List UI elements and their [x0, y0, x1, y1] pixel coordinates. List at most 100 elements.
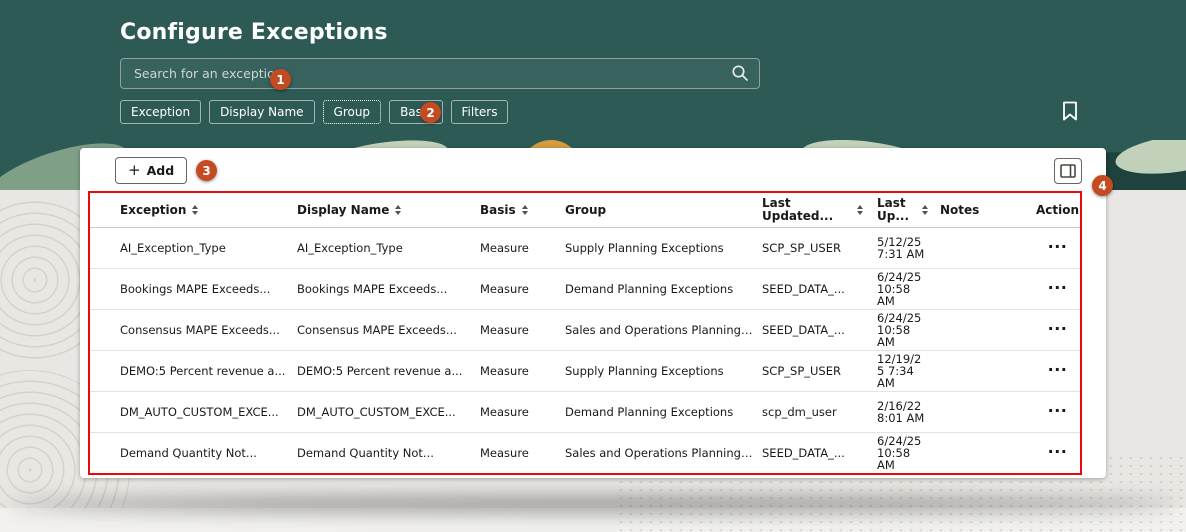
- cell-action: ···: [1035, 446, 1080, 460]
- split-panel-icon: [1060, 164, 1076, 178]
- cell-last_updated: 6/24/25 10:58 AM: [877, 271, 940, 307]
- cell-basis: Measure: [480, 282, 565, 296]
- cell-action: ···: [1035, 323, 1080, 337]
- column-label: Notes: [940, 204, 979, 217]
- cell-basis: Measure: [480, 241, 565, 255]
- cell-group: Sales and Operations Planning Excep: [565, 446, 762, 460]
- cell-basis: Measure: [480, 446, 565, 460]
- page-title: Configure Exceptions: [120, 20, 388, 45]
- column-label: Basis: [480, 204, 516, 217]
- table-row[interactable]: DM_AUTO_CUSTOM_EXCE...DM_AUTO_CUSTOM_EXC…: [90, 392, 1080, 433]
- cell-last_updated_by: SCP_SP_USER: [762, 364, 877, 378]
- cell-exception: DM_AUTO_CUSTOM_EXCE...: [90, 405, 297, 419]
- layout-toggle-button[interactable]: [1054, 158, 1082, 184]
- sort-icon[interactable]: [922, 205, 928, 215]
- table-row[interactable]: Demand Quantity Not...Demand Quantity No…: [90, 433, 1080, 473]
- cell-basis: Measure: [480, 405, 565, 419]
- filter-chip-exception[interactable]: Exception: [120, 100, 201, 124]
- row-actions-button[interactable]: ···: [1048, 325, 1068, 333]
- row-actions-button[interactable]: ···: [1048, 243, 1068, 251]
- cell-basis: Measure: [480, 364, 565, 378]
- cell-basis: Measure: [480, 323, 565, 337]
- cell-group: Demand Planning Exceptions: [565, 282, 762, 296]
- cell-last_updated: 2/16/22 8:01 AM: [877, 400, 940, 424]
- search-bar: [120, 58, 760, 89]
- table-body: AI_Exception_TypeAI_Exception_TypeMeasur…: [90, 228, 1080, 473]
- cell-group: Supply Planning Exceptions: [565, 241, 762, 255]
- column-header-group: Group: [565, 204, 762, 217]
- app-window: Configure Exceptions Exception Display Na…: [0, 0, 1186, 532]
- column-header-display_name[interactable]: Display Name: [297, 204, 480, 217]
- cell-display_name: AI_Exception_Type: [297, 241, 480, 255]
- window-drop-shadow: [10, 497, 1176, 512]
- table-row[interactable]: AI_Exception_TypeAI_Exception_TypeMeasur…: [90, 228, 1080, 269]
- row-actions-button[interactable]: ···: [1048, 448, 1068, 456]
- column-label: Last Up...: [877, 197, 916, 223]
- cell-display_name: DM_AUTO_CUSTOM_EXCE...: [297, 405, 480, 419]
- bookmark-icon[interactable]: [1058, 99, 1082, 123]
- cell-exception: Demand Quantity Not...: [90, 446, 297, 460]
- sort-icon[interactable]: [192, 205, 198, 215]
- add-button[interactable]: + Add: [115, 157, 187, 184]
- cell-action: ···: [1035, 364, 1080, 378]
- cell-last_updated: 12/19/25 7:34 AM: [877, 353, 940, 389]
- sort-icon[interactable]: [857, 205, 863, 215]
- cell-exception: DEMO:5 Percent revenue a...: [90, 364, 297, 378]
- cell-last_updated: 5/12/25 7:31 AM: [877, 236, 940, 260]
- cell-action: ···: [1035, 282, 1080, 296]
- row-actions-button[interactable]: ···: [1048, 407, 1068, 415]
- row-actions-button[interactable]: ···: [1048, 284, 1068, 292]
- column-header-action: Action: [1035, 204, 1080, 217]
- cell-last_updated: 6/24/25 10:58 AM: [877, 312, 940, 348]
- cell-last_updated: 6/24/25 10:58 AM: [877, 435, 940, 471]
- filter-chip-group[interactable]: Group: [323, 100, 382, 124]
- cell-display_name: Demand Quantity Not...: [297, 446, 480, 460]
- cell-display_name: Bookings MAPE Exceeds...: [297, 282, 480, 296]
- column-label: Last Updated...: [762, 197, 851, 223]
- column-header-exception[interactable]: Exception: [90, 204, 297, 217]
- row-actions-button[interactable]: ···: [1048, 366, 1068, 374]
- cell-action: ···: [1035, 405, 1080, 419]
- column-header-last_updated[interactable]: Last Up...: [877, 197, 940, 223]
- column-label: Display Name: [297, 204, 389, 217]
- annotation-badge-4: 4: [1092, 175, 1113, 196]
- column-label: Action: [1036, 204, 1079, 217]
- cell-action: ···: [1035, 241, 1080, 255]
- table-row[interactable]: Consensus MAPE Exceeds...Consensus MAPE …: [90, 310, 1080, 351]
- column-label: Group: [565, 204, 606, 217]
- cell-group: Supply Planning Exceptions: [565, 364, 762, 378]
- filter-chip-filters[interactable]: Filters: [451, 100, 509, 124]
- column-header-notes: Notes: [940, 204, 1035, 217]
- exceptions-table: Exception Display Name Basis Group Last Upda…: [88, 191, 1082, 475]
- table-row[interactable]: Bookings MAPE Exceeds...Bookings MAPE Ex…: [90, 269, 1080, 310]
- panel-toolbar: + Add: [80, 148, 1106, 191]
- column-header-basis[interactable]: Basis: [480, 204, 565, 217]
- cell-group: Sales and Operations Planning Excep: [565, 323, 762, 337]
- column-header-last_updated_by[interactable]: Last Updated...: [762, 197, 877, 223]
- search-icon[interactable]: [731, 64, 749, 82]
- column-label: Exception: [120, 204, 186, 217]
- add-button-label: Add: [147, 163, 175, 178]
- annotation-badge-1: 1: [270, 69, 291, 90]
- cell-last_updated_by: SCP_SP_USER: [762, 241, 877, 255]
- cell-display_name: Consensus MAPE Exceeds...: [297, 323, 480, 337]
- cell-display_name: DEMO:5 Percent revenue a...: [297, 364, 480, 378]
- annotation-badge-2: 2: [420, 102, 441, 123]
- table-row[interactable]: DEMO:5 Percent revenue a...DEMO:5 Percen…: [90, 351, 1080, 392]
- cell-last_updated_by: SEED_DATA_...: [762, 282, 877, 296]
- annotation-badge-3: 3: [196, 160, 217, 181]
- filter-chip-display-name[interactable]: Display Name: [209, 100, 314, 124]
- exceptions-panel: + Add Exception Display Name Basis Group Las…: [80, 148, 1106, 478]
- filter-chip-list: ExceptionDisplay NameGroupBasisFilters: [120, 100, 508, 124]
- sort-icon[interactable]: [522, 205, 528, 215]
- cell-exception: Consensus MAPE Exceeds...: [90, 323, 297, 337]
- search-input[interactable]: [120, 58, 760, 89]
- cell-last_updated_by: scp_dm_user: [762, 405, 877, 419]
- cell-last_updated_by: SEED_DATA_...: [762, 446, 877, 460]
- sort-icon[interactable]: [395, 205, 401, 215]
- cell-last_updated_by: SEED_DATA_...: [762, 323, 877, 337]
- table-header-row: Exception Display Name Basis Group Last Upda…: [90, 193, 1080, 228]
- plus-icon: +: [128, 163, 141, 178]
- cell-exception: Bookings MAPE Exceeds...: [90, 282, 297, 296]
- cell-group: Demand Planning Exceptions: [565, 405, 762, 419]
